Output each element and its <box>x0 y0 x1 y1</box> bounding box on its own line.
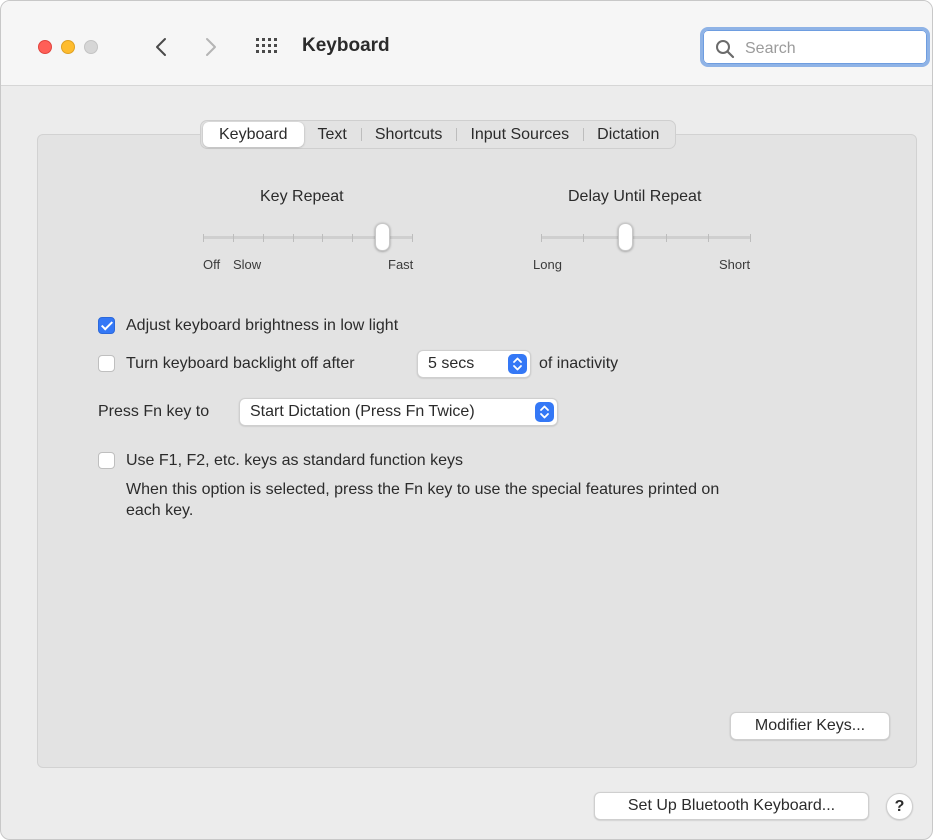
key-repeat-slider-tick <box>412 234 413 242</box>
delay-until-repeat-slider-knob[interactable] <box>618 223 633 251</box>
tab-input-sources[interactable]: Input Sources <box>456 122 583 147</box>
delay-until-repeat-title: Delay Until Repeat <box>568 188 702 205</box>
delay-until-repeat-slider-tick <box>541 234 542 242</box>
tab-keyboard[interactable]: Keyboard <box>203 122 304 147</box>
tab-dictation[interactable]: Dictation <box>583 122 673 147</box>
key-repeat-slider-tick <box>233 234 234 242</box>
tab-text[interactable]: Text <box>304 122 361 147</box>
delay-until-repeat-slider[interactable] <box>541 223 751 253</box>
backlight-duration-value: 5 secs <box>428 355 475 372</box>
modifier-keys-button[interactable]: Modifier Keys... <box>730 712 890 740</box>
backlight-off-checkbox[interactable] <box>98 355 115 372</box>
show-all-grid-icon[interactable] <box>256 38 278 54</box>
backlight-duration-popup[interactable]: 5 secs <box>417 350 531 378</box>
forward-button[interactable] <box>199 34 223 60</box>
key-repeat-slider-tick <box>293 234 294 242</box>
inactivity-label: of inactivity <box>539 355 619 372</box>
search-icon <box>716 40 735 59</box>
chevron-right-icon <box>206 38 216 56</box>
backlight-off-label: Turn keyboard backlight off after <box>126 355 355 372</box>
key-repeat-slider-knob[interactable] <box>375 223 390 251</box>
minimize-window-button[interactable] <box>61 40 75 54</box>
fn-key-popup[interactable]: Start Dictation (Press Fn Twice) <box>239 398 558 426</box>
key-repeat-off-label: Off <box>203 257 221 272</box>
delay-until-repeat-slider-tick <box>750 234 751 242</box>
function-keys-label: Use F1, F2, etc. keys as standard functi… <box>126 452 464 469</box>
delay-long-label: Long <box>533 257 562 272</box>
delay-until-repeat-slider-tick <box>666 234 667 242</box>
preferences-window: Keyboard Keyboard Text Shortcuts Input S… <box>0 0 933 840</box>
delay-until-repeat-slider-tick <box>708 234 709 242</box>
back-button[interactable] <box>149 34 173 60</box>
key-repeat-slow-label: Slow <box>233 257 262 272</box>
fn-key-value: Start Dictation (Press Fn Twice) <box>250 403 475 420</box>
close-window-button[interactable] <box>38 40 52 54</box>
key-repeat-slider-tick <box>203 234 204 242</box>
chevron-left-icon <box>156 38 166 56</box>
key-repeat-slider-tick <box>263 234 264 242</box>
tab-bar: Keyboard Text Shortcuts Input Sources Di… <box>200 120 677 149</box>
fn-key-label: Press Fn key to <box>98 403 210 420</box>
function-keys-description-line1: When this option is selected, press the … <box>126 481 720 498</box>
adjust-brightness-checkbox[interactable] <box>98 317 115 334</box>
key-repeat-slider-tick <box>352 234 353 242</box>
tab-shortcuts[interactable]: Shortcuts <box>360 122 457 147</box>
help-button[interactable]: ? <box>886 793 913 820</box>
function-keys-checkbox[interactable] <box>98 452 115 469</box>
zoom-window-button[interactable] <box>84 40 98 54</box>
function-keys-description-line2: each key. <box>126 502 194 519</box>
adjust-brightness-label: Adjust keyboard brightness in low light <box>126 317 399 334</box>
key-repeat-slider[interactable] <box>203 223 413 253</box>
delay-until-repeat-slider-track[interactable] <box>541 236 751 239</box>
delay-short-label: Short <box>719 257 751 272</box>
up-down-chevron-icon <box>508 354 527 374</box>
delay-until-repeat-slider-tick <box>583 234 584 242</box>
key-repeat-fast-label: Fast <box>388 257 414 272</box>
search-input[interactable] <box>743 36 917 62</box>
window-title: Keyboard <box>302 35 390 56</box>
search-field[interactable] <box>700 27 930 67</box>
key-repeat-title: Key Repeat <box>260 188 344 205</box>
toolbar: Keyboard <box>1 1 932 86</box>
up-down-chevron-icon <box>535 402 554 422</box>
keyboard-panel <box>37 134 917 768</box>
set-up-bluetooth-keyboard-button[interactable]: Set Up Bluetooth Keyboard... <box>594 792 869 820</box>
key-repeat-slider-tick <box>322 234 323 242</box>
